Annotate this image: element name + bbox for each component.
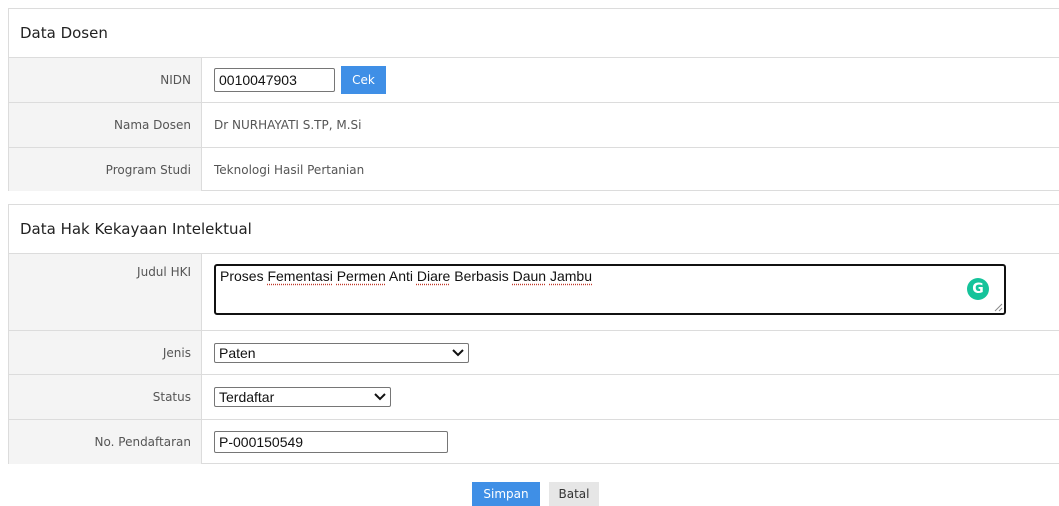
program-studi-row: Program Studi Teknologi Hasil Pertanian	[9, 148, 1059, 191]
jenis-value-cell: Paten	[202, 331, 1059, 374]
data-hki-panel: Data Hak Kekayaan Intelektual Judul HKI …	[8, 204, 1059, 464]
nidn-label: NIDN	[9, 58, 202, 102]
status-label: Status	[9, 375, 202, 419]
judul-word-misspelled: Fementasi	[267, 268, 333, 284]
nidn-row: NIDN 0010047903 Cek	[9, 58, 1059, 103]
judul-word-misspelled: Jambu	[549, 268, 592, 284]
no-pendaftaran-value-cell: P-000150549	[202, 420, 1059, 464]
data-hki-title: Data Hak Kekayaan Intelektual	[9, 205, 1059, 254]
judul-hki-textarea[interactable]: Proses Fementasi Permen Anti Diare Berba…	[214, 264, 1006, 315]
jenis-select[interactable]: Paten	[214, 342, 469, 363]
program-studi-label: Program Studi	[9, 148, 202, 191]
program-studi-value: Teknologi Hasil Pertanian	[214, 162, 365, 177]
data-dosen-panel: Data Dosen NIDN 0010047903 Cek Nama Dose…	[8, 8, 1059, 191]
judul-word: Proses	[220, 268, 264, 284]
resize-handle-icon[interactable]	[994, 303, 1003, 312]
no-pendaftaran-input[interactable]: P-000150549	[214, 431, 448, 453]
nama-dosen-value: Dr NURHAYATI S.TP, M.Si	[214, 118, 362, 132]
no-pendaftaran-label: No. Pendaftaran	[9, 420, 202, 464]
jenis-selected-value: Paten	[219, 344, 256, 361]
judul-hki-row: Judul HKI Proses Fementasi Permen Anti D…	[9, 254, 1059, 331]
chevron-down-icon	[452, 348, 464, 356]
judul-hki-label: Judul HKI	[9, 254, 202, 330]
status-selected-value: Terdaftar	[219, 389, 275, 405]
nidn-input[interactable]: 0010047903	[214, 68, 335, 92]
cek-button[interactable]: Cek	[341, 66, 386, 94]
judul-hki-value-cell: Proses Fementasi Permen Anti Diare Berba…	[202, 254, 1059, 330]
judul-word-misspelled: Daun	[512, 268, 547, 284]
chevron-down-icon	[374, 393, 386, 401]
status-row: Status Terdaftar	[9, 375, 1059, 420]
judul-word-misspelled: Permen	[336, 268, 386, 284]
status-select[interactable]: Terdaftar	[214, 387, 391, 407]
judul-word: Anti	[388, 268, 413, 284]
batal-button[interactable]: Batal	[549, 482, 599, 506]
judul-word-misspelled: Diare	[416, 268, 451, 284]
status-value-cell: Terdaftar	[202, 375, 1059, 419]
nama-dosen-label: Nama Dosen	[9, 103, 202, 147]
simpan-button[interactable]: Simpan	[472, 482, 540, 506]
data-dosen-title: Data Dosen	[9, 9, 1059, 58]
jenis-label: Jenis	[9, 331, 202, 374]
nama-dosen-row: Nama Dosen Dr NURHAYATI S.TP, M.Si	[9, 103, 1059, 148]
no-pendaftaran-row: No. Pendaftaran P-000150549	[9, 420, 1059, 464]
judul-word: Berbasis	[454, 268, 509, 284]
grammarly-icon[interactable]: G	[967, 278, 989, 300]
jenis-row: Jenis Paten	[9, 331, 1059, 375]
nidn-value-cell: 0010047903 Cek	[202, 58, 1059, 102]
